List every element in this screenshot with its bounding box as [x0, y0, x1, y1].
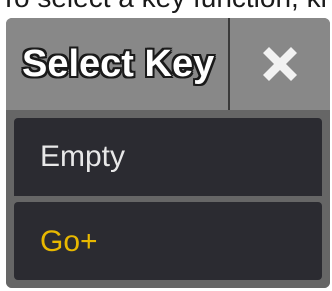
list-item-empty[interactable]: Empty	[14, 118, 322, 196]
dialog-header: Select Key	[6, 18, 330, 110]
list-item-go-plus[interactable]: Go+	[14, 202, 322, 280]
key-function-list: Empty Go+	[6, 110, 330, 288]
select-key-dialog: Select Key Empty Go+	[6, 18, 330, 288]
close-button[interactable]	[230, 18, 330, 110]
background-caption-text: To select a key function, ki	[0, 0, 332, 18]
dialog-title: Select Key	[22, 43, 215, 85]
close-x-icon	[263, 47, 297, 81]
